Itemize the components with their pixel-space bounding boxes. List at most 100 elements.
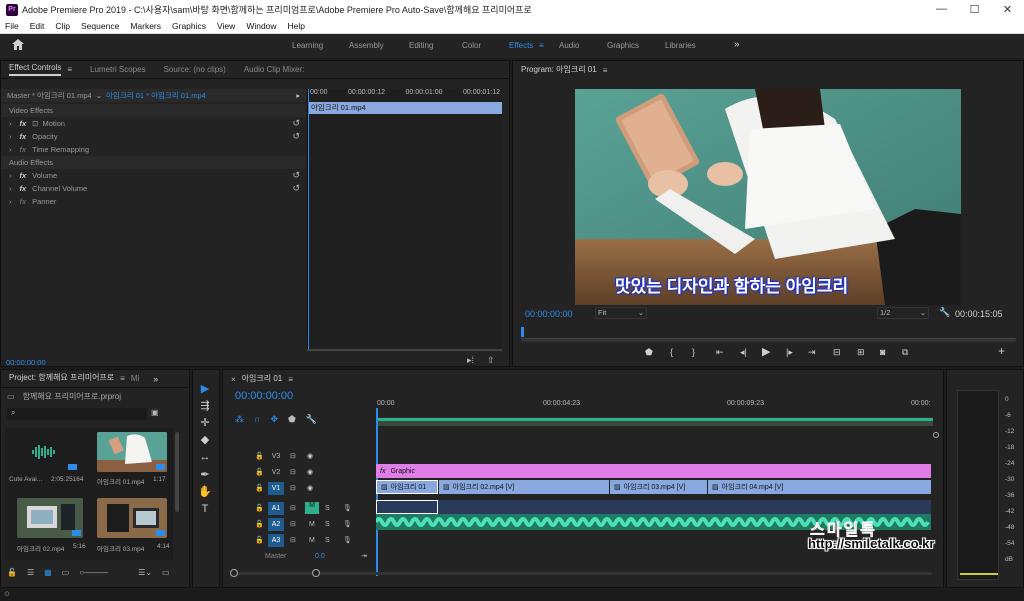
workspace-tab-audio[interactable]: Audio — [559, 41, 579, 50]
menu-edit[interactable]: Edit — [30, 21, 45, 31]
track-name-a2[interactable]: A2 — [268, 517, 284, 531]
solo-button[interactable]: S — [325, 505, 330, 512]
sequence-tab[interactable]: 아임크리 01 — [242, 373, 283, 386]
panel-menu-icon[interactable]: ≡ — [120, 374, 125, 383]
reset-icon[interactable]: ↺ — [292, 118, 300, 129]
workspace-tab-graphics[interactable]: Graphics — [607, 41, 639, 50]
menu-sequence[interactable]: Sequence — [81, 21, 119, 31]
nest-sequence-icon[interactable]: ⁂ — [235, 414, 244, 425]
track-lock-icon[interactable]: 🔓 — [255, 484, 264, 492]
track-select-tool-icon[interactable]: ⇶ — [198, 399, 212, 412]
step-forward-icon[interactable]: |▸ — [786, 347, 793, 358]
panel-menu-icon[interactable]: ≡ — [603, 66, 608, 75]
v1-clip-1[interactable]: ▨ 아임크리 01 — [376, 480, 438, 494]
eye-icon[interactable]: ◉ — [307, 468, 313, 476]
track-lock-icon[interactable]: 🔓 — [255, 468, 264, 476]
snap-magnet-icon[interactable]: ∩ — [254, 414, 260, 425]
pen-tool-icon[interactable]: ✒ — [198, 468, 212, 481]
extract-icon[interactable]: ⊞ — [857, 347, 865, 358]
menu-window[interactable]: Window — [246, 21, 276, 31]
track-name-v1[interactable]: V1 — [268, 481, 284, 495]
effect-channel-volume-row[interactable]: › fx Channel Volume ↺ — [1, 182, 306, 195]
zoom-level-select[interactable]: Fit ⌄ — [595, 307, 647, 319]
microphone-icon[interactable]: 🎙 — [343, 520, 352, 528]
solo-button[interactable]: S — [325, 521, 330, 528]
timeline-settings-wrench-icon[interactable]: 🔧 — [306, 414, 317, 425]
panel-menu-icon[interactable]: ≡ — [67, 65, 72, 74]
program-video-frame[interactable]: 맛있는 디자인과 함하는 아임크리 — [575, 89, 961, 305]
program-current-timecode[interactable]: 00:00:00:00 — [525, 309, 573, 319]
workspace-tab-effects[interactable]: Effects — [509, 41, 533, 50]
track-name-v3[interactable]: V3 — [268, 450, 284, 463]
play-button-icon[interactable]: ▶ — [762, 345, 770, 358]
sequence-clip-label[interactable]: 아임크리 01 * 아임크리 01.mp4 — [106, 90, 206, 101]
work-area-bar[interactable] — [377, 418, 933, 426]
menu-file[interactable]: File — [5, 21, 19, 31]
minimize-button[interactable]: — — [925, 3, 958, 16]
workspace-tab-libraries[interactable]: Libraries — [665, 41, 696, 50]
effect-volume-row[interactable]: › fx Volume ↺ — [1, 169, 306, 182]
project-scrollbar[interactable] — [175, 432, 179, 512]
scroll-handle-left[interactable] — [230, 569, 238, 577]
motion-transform-icon[interactable]: ⊡ — [32, 119, 38, 128]
workspace-tab-assembly[interactable]: Assembly — [349, 41, 384, 50]
program-zoom-bar[interactable] — [521, 339, 1016, 342]
maximize-button[interactable]: ☐ — [958, 3, 991, 16]
mark-out-icon[interactable]: } — [692, 347, 695, 357]
project-item-audio-thumb[interactable] — [9, 432, 79, 472]
more-panels-icon[interactable]: » — [153, 374, 158, 384]
program-monitor-title[interactable]: Program: 아임크리 01 — [521, 64, 597, 77]
tab-source[interactable]: Source: (no clips) — [164, 65, 226, 74]
settings-wrench-icon[interactable]: 🔧 — [939, 307, 950, 318]
effect-opacity-row[interactable]: › fx Opacity ↺ — [1, 130, 306, 143]
type-tool-icon[interactable]: T — [198, 503, 212, 515]
v1-clip-2[interactable]: ▨ 아임크리 02.mp4 [V] — [439, 480, 609, 494]
track-lock-icon[interactable]: 🔓 — [255, 536, 264, 544]
more-workspaces-button[interactable]: » — [734, 39, 740, 50]
razor-tool-icon[interactable]: ◆ — [198, 433, 212, 446]
eye-icon[interactable]: ◉ — [307, 484, 313, 492]
menu-clip[interactable]: Clip — [55, 21, 70, 31]
zoom-slider[interactable]: ○——— — [79, 568, 108, 577]
step-back-icon[interactable]: ◂| — [740, 347, 747, 358]
ripple-edit-tool-icon[interactable]: ✛ — [198, 416, 212, 429]
mute-button[interactable]: M — [305, 502, 319, 514]
add-marker-icon[interactable]: ⬟ — [645, 347, 653, 358]
sync-lock-icon[interactable]: ⊟ — [290, 504, 296, 512]
go-to-in-icon[interactable]: ⇤ — [716, 347, 724, 358]
tab-effect-controls[interactable]: Effect Controls — [9, 63, 62, 76]
vertical-zoom-handle[interactable] — [933, 432, 939, 438]
v1-clip-4[interactable]: ▨ 아임크리 04.mp4 [V] — [708, 480, 931, 494]
close-button[interactable]: ✕ — [991, 3, 1024, 16]
filter-icon[interactable]: ▸⁞ — [467, 355, 474, 366]
close-sequence-icon[interactable]: × — [231, 375, 236, 384]
export-icon[interactable]: ⇧ — [487, 355, 495, 366]
track-name-a3[interactable]: A3 — [268, 533, 284, 547]
timeline-ruler[interactable]: 00:00 00:00:04:23 00:00:09:23 00:00: — [377, 396, 933, 418]
lock-icon[interactable]: 🔓 — [7, 568, 17, 577]
export-frame-camera-icon[interactable]: ◙ — [880, 347, 885, 357]
effect-panner-row[interactable]: › fx Panner — [1, 195, 306, 208]
hand-tool-icon[interactable]: ✋ — [198, 485, 212, 498]
ec-playhead[interactable] — [308, 89, 309, 349]
effect-time-remapping-row[interactable]: › fx Time Remapping — [1, 143, 306, 156]
reset-icon[interactable]: ↺ — [292, 183, 300, 194]
sync-lock-icon[interactable]: ⊟ — [290, 520, 296, 528]
project-title[interactable]: Project: 함께해요 프리미어프로 — [9, 372, 114, 385]
eye-icon[interactable]: ◉ — [307, 452, 313, 460]
v1-clip-3[interactable]: ▨ 아임크리 03.mp4 [V] — [610, 480, 707, 494]
new-item-folder-icon[interactable]: ▭ — [162, 568, 170, 577]
sort-icon[interactable]: ☰⌄ — [138, 568, 152, 577]
workspace-tab-editing[interactable]: Editing — [409, 41, 433, 50]
menu-view[interactable]: View — [217, 21, 235, 31]
icon-view-icon[interactable]: ▦ — [44, 568, 52, 577]
track-name-a1[interactable]: A1 — [268, 501, 284, 515]
list-view-icon[interactable]: ☰ — [27, 568, 34, 577]
ec-clip-bar[interactable]: 아임크리 01.mp4 — [308, 102, 502, 114]
menu-markers[interactable]: Markers — [130, 21, 161, 31]
project-item-video-thumb[interactable] — [97, 498, 167, 538]
master-track-value[interactable]: 0.0 — [315, 553, 325, 560]
freeform-view-icon[interactable]: ▭ — [62, 568, 70, 577]
a1-clip-selected[interactable] — [376, 500, 438, 514]
linked-selection-icon[interactable]: ✥ — [270, 414, 278, 425]
